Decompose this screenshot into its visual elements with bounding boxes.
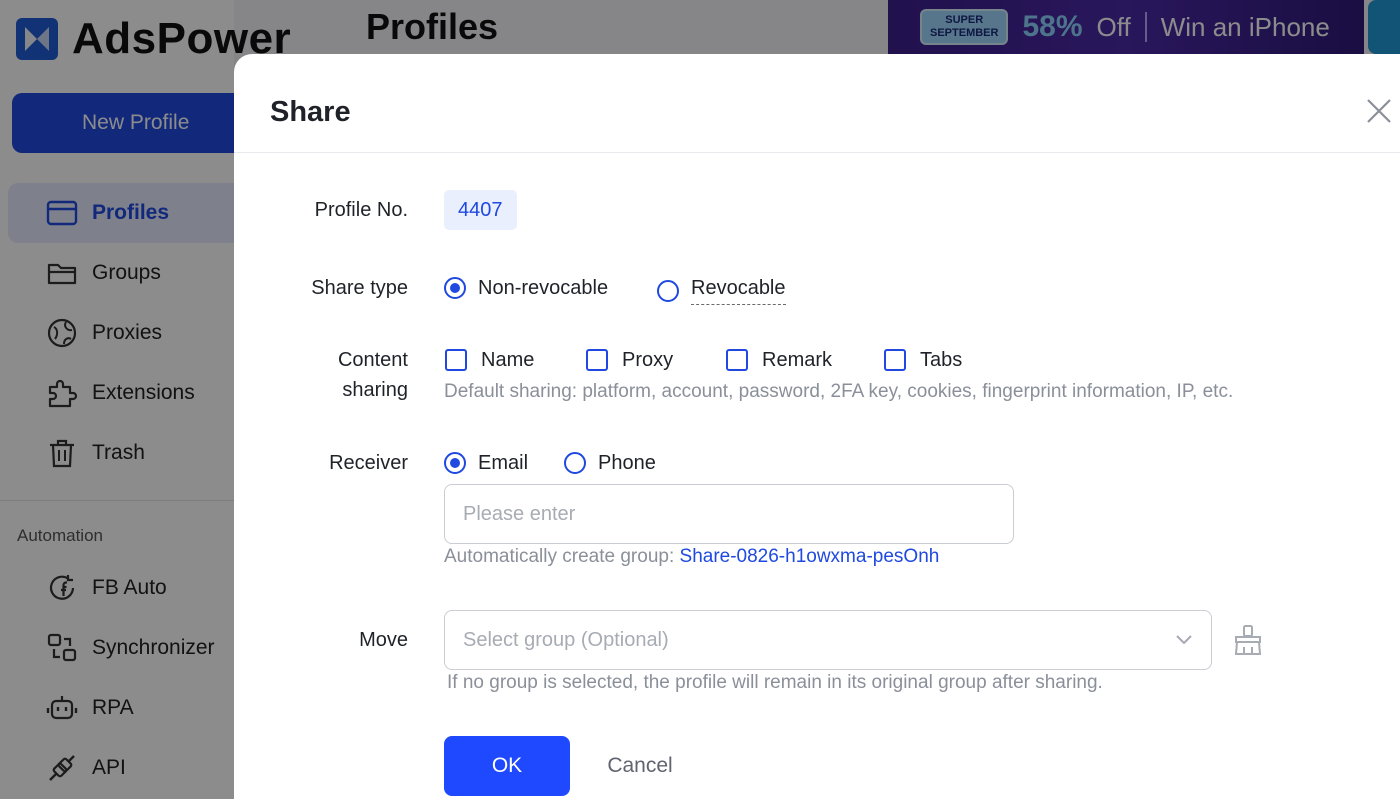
broom-icon [1234, 625, 1262, 655]
receiver-phone-radio[interactable]: Phone [564, 448, 656, 478]
auto-group-name: Share-0826-h1owxma-pesOnh [679, 546, 940, 567]
radio-circle [564, 452, 586, 474]
radio-label: Phone [598, 451, 656, 474]
share-dialog: Share Profile No. 4407 Share type Non-re… [234, 54, 1400, 799]
auto-group-prefix: Automatically create group: [444, 546, 680, 567]
share-type-non-revocable-radio[interactable]: Non-revocable [444, 273, 608, 303]
checkbox-label: Proxy [622, 348, 674, 371]
content-remark-checkbox[interactable]: Remark [726, 345, 832, 375]
chevron-down-icon [1176, 635, 1192, 645]
move-hint: If no group is selected, the profile wil… [447, 672, 1103, 693]
profile-no-value: 4407 [444, 190, 517, 230]
radio-label: Non-revocable [478, 276, 609, 299]
checkbox-label: Remark [762, 348, 833, 371]
content-name-checkbox[interactable]: Name [445, 345, 534, 375]
share-type-revocable-radio[interactable]: Revocable [657, 273, 786, 309]
dialog-header-divider [234, 152, 1400, 153]
profile-no-label: Profile No. [314, 199, 408, 221]
receiver-email-input[interactable] [444, 484, 1014, 544]
radio-label: Email [478, 451, 529, 474]
move-group-select[interactable]: Select group (Optional) [444, 610, 1212, 670]
checkbox-box [586, 349, 608, 371]
content-sharing-hint: Default sharing: platform, account, pass… [444, 381, 1234, 402]
checkbox-box [726, 349, 748, 371]
radio-circle [657, 280, 679, 302]
content-proxy-checkbox[interactable]: Proxy [586, 345, 673, 375]
receiver-email-radio[interactable]: Email [444, 448, 528, 478]
checkbox-box [445, 349, 467, 371]
close-button[interactable] [1362, 94, 1396, 128]
ok-button[interactable]: OK [444, 736, 570, 796]
cancel-button[interactable]: Cancel [588, 736, 692, 796]
checkbox-label: Tabs [920, 348, 963, 371]
move-label: Move [359, 629, 408, 651]
content-tabs-checkbox[interactable]: Tabs [884, 345, 962, 375]
auto-group-hint: Automatically create group: Share-0826-h… [444, 546, 939, 568]
receiver-label: Receiver [329, 452, 408, 474]
radio-label: Revocable [691, 277, 786, 305]
radio-circle-checked [444, 277, 466, 299]
checkbox-label: Name [481, 348, 535, 371]
select-placeholder: Select group (Optional) [463, 628, 669, 651]
radio-circle-checked [444, 452, 466, 474]
content-sharing-label-line1: Content [337, 349, 408, 371]
close-icon [1367, 99, 1391, 123]
share-type-label: Share type [311, 277, 408, 299]
content-sharing-label-line2: sharing [342, 379, 408, 401]
checkbox-box [884, 349, 906, 371]
dialog-title: Share [270, 96, 351, 128]
clear-selection-button[interactable] [1232, 623, 1264, 657]
